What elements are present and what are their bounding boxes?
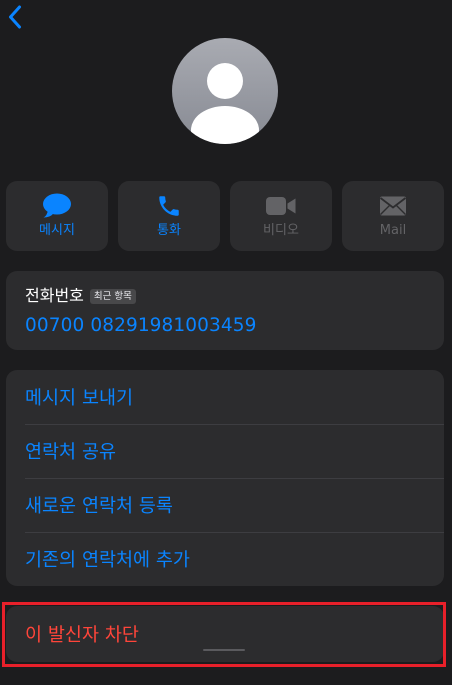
contact-options-list: 메시지 보내기 연락처 공유 새로운 연락처 등록 기존의 연락처에 추가 [6,370,444,586]
contact-info-screen: 메시지 통화 비디오 Mail 전화번호 최근 항목 00700 0829198… [0,0,452,685]
phone-label: 전화번호 [25,286,84,305]
quick-actions: 메시지 통화 비디오 Mail [6,181,444,251]
call-action-button[interactable]: 통화 [118,181,220,251]
mail-action-button[interactable]: Mail [342,181,444,251]
person-silhouette-icon [191,63,259,144]
block-caller-button[interactable]: 이 발신자 차단 [6,606,444,662]
recent-badge: 최근 항목 [89,288,136,304]
mail-action-label: Mail [379,223,407,238]
share-contact-option[interactable]: 연락처 공유 [6,424,444,478]
phone-icon [156,193,182,219]
create-new-contact-option[interactable]: 새로운 연락처 등록 [6,478,444,532]
chevron-left-icon [9,5,21,29]
video-action-button[interactable]: 비디오 [230,181,332,251]
video-action-label: 비디오 [263,223,299,238]
add-to-existing-contact-option[interactable]: 기존의 연락처에 추가 [6,532,444,586]
home-indicator [203,649,245,651]
message-action-button[interactable]: 메시지 [6,181,108,251]
avatar [172,38,278,144]
video-camera-icon [265,193,297,219]
phone-number-card: 전화번호 최근 항목 00700 08291981003459 [6,271,444,350]
phone-header: 전화번호 최근 항목 [25,286,444,306]
phone-number-link[interactable]: 00700 08291981003459 [25,315,444,336]
back-button[interactable] [4,4,26,30]
message-action-label: 메시지 [39,223,75,238]
message-bubble-icon [42,193,72,219]
call-action-label: 통화 [157,223,181,238]
send-message-option[interactable]: 메시지 보내기 [6,370,444,424]
envelope-icon [379,193,407,219]
